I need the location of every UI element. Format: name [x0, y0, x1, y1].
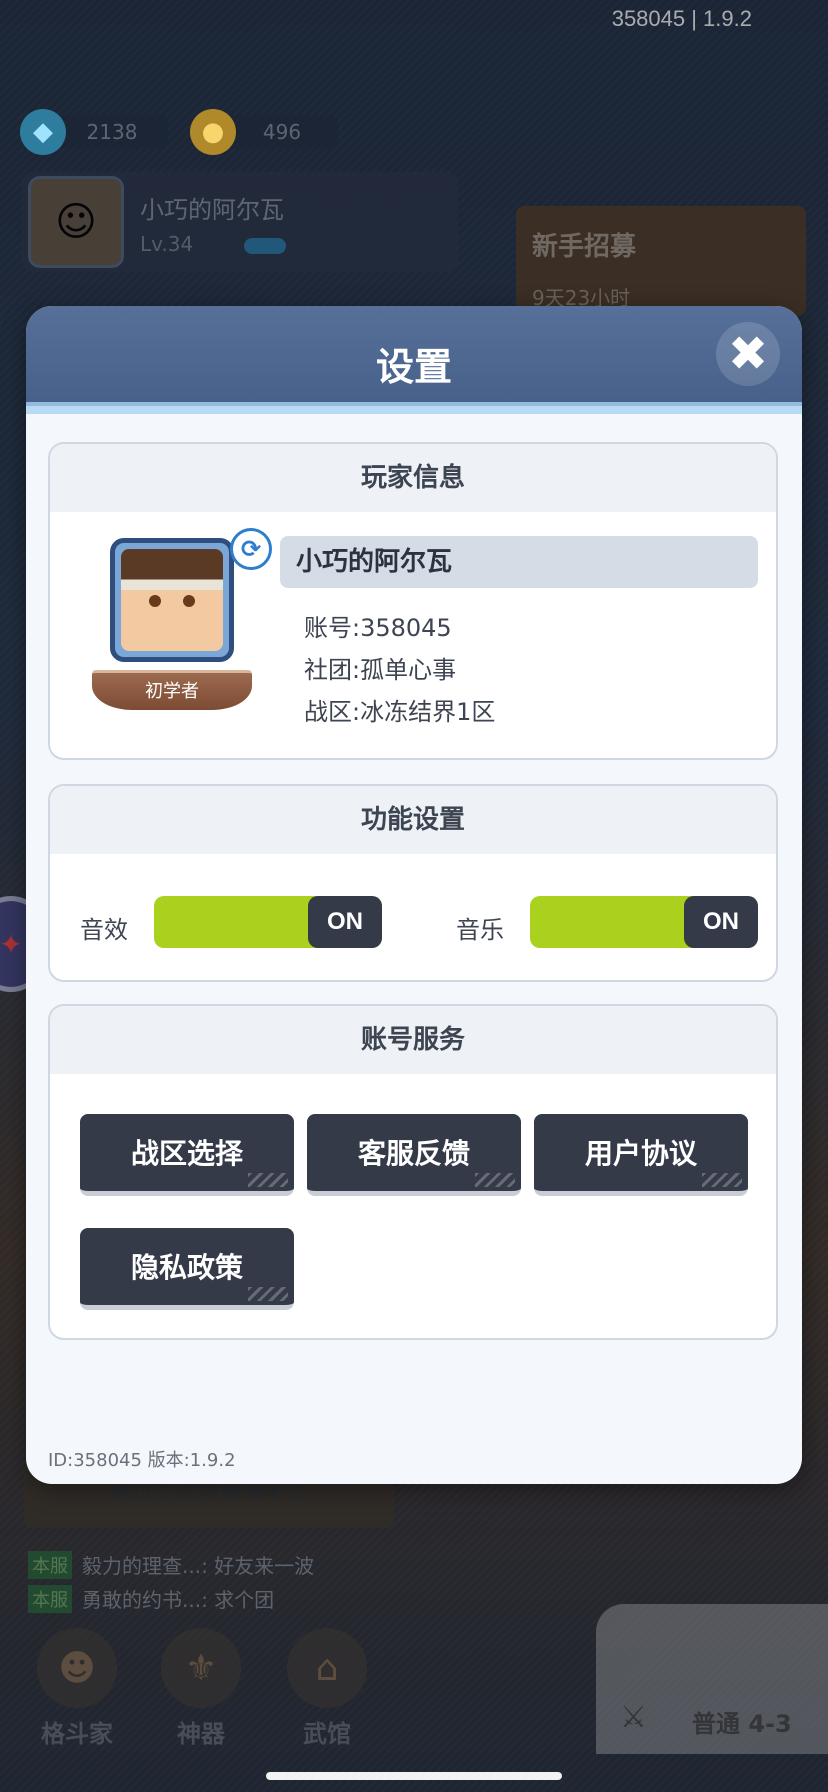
account-services-panel: 账号服务 战区选择 客服反馈 用户协议 隐私政策: [48, 1004, 778, 1340]
rank-badge: 初学者: [92, 670, 252, 710]
sound-effects-label: 音效: [80, 916, 128, 944]
panel-heading: 功能设置: [50, 786, 776, 854]
home-indicator[interactable]: [266, 1772, 562, 1780]
sound-effects-toggle[interactable]: ON: [154, 896, 382, 948]
function-settings-panel: 功能设置 音效 ON 音乐 ON: [48, 784, 778, 982]
guild-name: 社团:孤单心事: [304, 656, 457, 684]
toggle-state: ON: [684, 896, 758, 948]
user-agreement-button[interactable]: 用户协议: [534, 1114, 748, 1196]
music-label: 音乐: [456, 916, 504, 944]
panel-heading: 玩家信息: [50, 444, 776, 512]
close-button[interactable]: ✖: [716, 322, 780, 386]
toggle-state: ON: [308, 896, 382, 948]
player-avatar[interactable]: [110, 538, 234, 662]
refresh-avatar-icon[interactable]: ⟳: [230, 528, 272, 570]
gold-coin-icon: ●: [190, 109, 236, 155]
dialog-title: 设置: [375, 345, 452, 389]
panel-heading: 账号服务: [50, 1006, 776, 1074]
avatar-face: [121, 549, 223, 651]
player-info-panel: 玩家信息 ⟳ 初学者 小巧的阿尔瓦 账号:358045 社团:孤单心事 战区:冰…: [48, 442, 778, 760]
dialog-header: 设置 ✖: [26, 306, 802, 414]
player-name: 小巧的阿尔瓦: [280, 536, 758, 588]
avatar-eye: [149, 595, 161, 607]
customer-feedback-button[interactable]: 客服反馈: [307, 1114, 521, 1196]
avatar-eye: [183, 595, 195, 607]
account-id: 账号:358045: [304, 614, 452, 642]
diamond-icon: ◆: [20, 109, 66, 155]
server-name: 战区:冰冻结界1区: [304, 698, 496, 726]
server-select-button[interactable]: 战区选择: [80, 1114, 294, 1196]
close-icon: ✖: [727, 326, 769, 382]
footer-version: ID:358045 版本:1.9.2: [48, 1450, 236, 1471]
music-toggle[interactable]: ON: [530, 896, 758, 948]
privacy-policy-button[interactable]: 隐私政策: [80, 1228, 294, 1310]
settings-dialog: 设置 ✖ 玩家信息 ⟳ 初学者 小巧的阿尔瓦 账号:358045 社团:孤单心事…: [26, 306, 802, 1484]
